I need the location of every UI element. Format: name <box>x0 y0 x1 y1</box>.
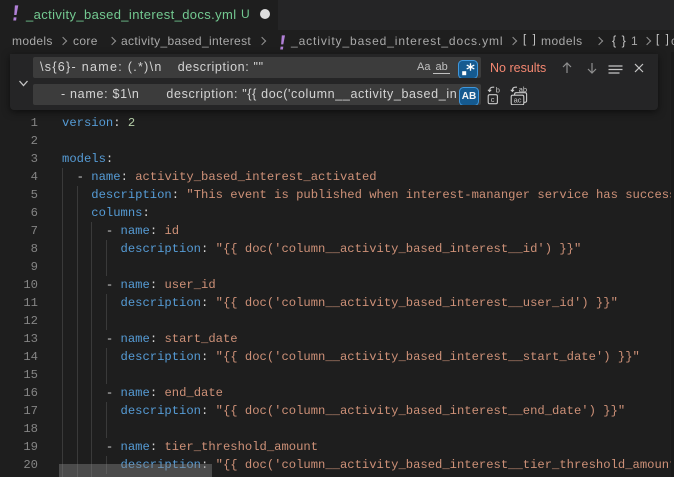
svg-text:ab: ab <box>519 85 527 94</box>
svg-text:c: c <box>491 95 495 104</box>
svg-text:ac: ac <box>514 96 522 105</box>
svg-text:b: b <box>496 85 500 94</box>
